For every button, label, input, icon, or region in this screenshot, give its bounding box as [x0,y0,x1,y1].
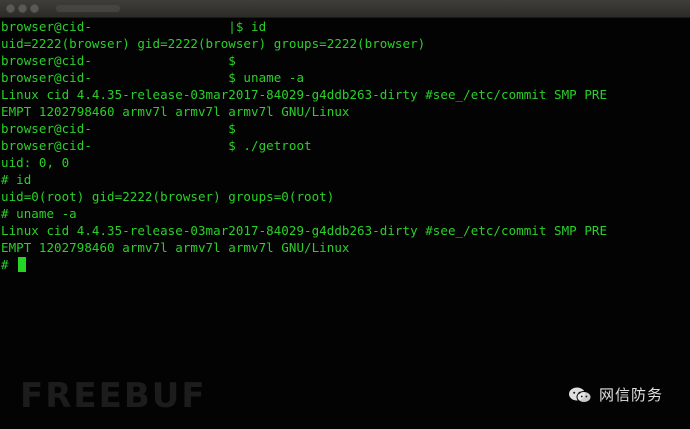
wechat-watermark: 网信防务 [568,384,663,405]
minimize-window-button[interactable] [18,4,27,13]
terminal-prompt-line[interactable]: # [1,256,690,273]
terminal-line: browser@cid- $ [1,53,236,68]
terminal-line: # uname -a [1,206,77,221]
wechat-icon [568,386,592,404]
terminal-line: browser@cid- $ uname -a [1,70,305,85]
freebuf-watermark: FREEBUF [20,376,207,416]
terminal-line: uid=2222(browser) gid=2222(browser) grou… [1,36,426,51]
terminal-line: uid: 0, 0 [1,155,70,170]
title-bar [0,0,690,18]
terminal-line: Linux cid 4.4.35-release-03mar2017-84029… [1,87,608,102]
close-window-button[interactable] [6,4,15,13]
terminal-line: EMPT 1202798460 armv7l armv7l armv7l GNU… [1,240,350,255]
maximize-window-button[interactable] [30,4,39,13]
root-prompt: # [1,257,17,272]
terminal-line: browser@cid- $ ./getroot [1,138,312,153]
window-title [56,5,120,12]
terminal-line: uid=0(root) gid=2222(browser) groups=0(r… [1,189,335,204]
terminal-output[interactable]: browser@cid- |$ id uid=2222(browser) gid… [0,18,690,429]
terminal-line: EMPT 1202798460 armv7l armv7l armv7l GNU… [1,104,350,119]
terminal-line: browser@cid- $ [1,121,236,136]
terminal-line: # id [1,172,32,187]
wechat-account-name: 网信防务 [599,386,664,404]
terminal-line: browser@cid- |$ id [1,19,267,34]
terminal-window: browser@cid- |$ id uid=2222(browser) gid… [0,0,690,429]
terminal-line: Linux cid 4.4.35-release-03mar2017-84029… [1,223,608,238]
terminal-cursor [18,257,27,272]
